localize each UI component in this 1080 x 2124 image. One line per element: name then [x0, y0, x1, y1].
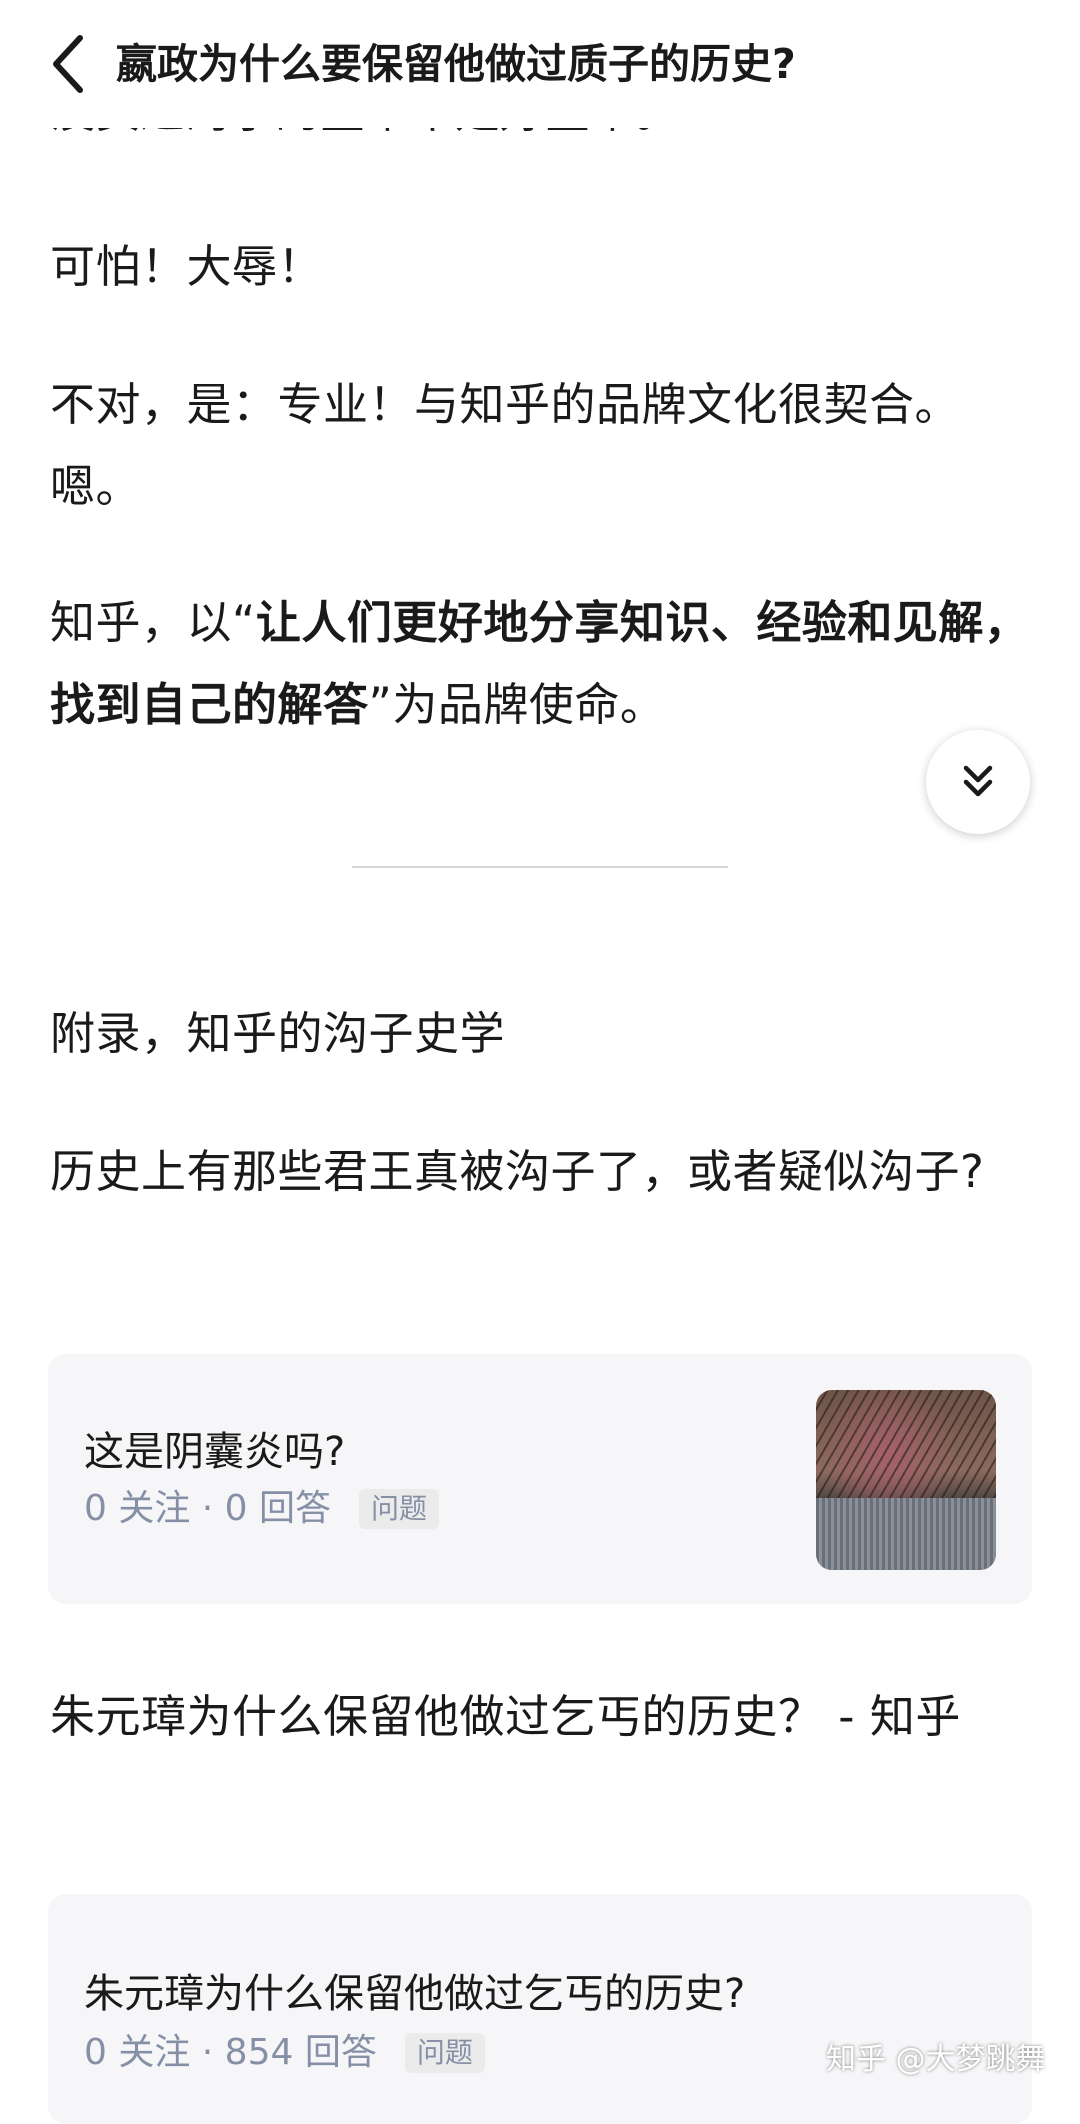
back-button[interactable]: [40, 28, 96, 100]
question-card-title: 这是阴囊炎吗?: [84, 1429, 346, 1475]
article-paragraph-mission: 知乎，以“让人们更好地分享知识、经验和见解，找到自己的解答”为品牌使命。: [50, 582, 1040, 746]
mission-suffix: ”为品牌使命。: [368, 678, 666, 731]
question-card-meta: 0 关注 · 0 回答 问题: [84, 1484, 440, 1534]
related-link-text[interactable]: 朱元璋为什么保留他做过乞丐的历史？ - 知乎: [50, 1676, 1040, 1758]
double-chevron-down-icon: [963, 765, 993, 797]
question-card[interactable]: 朱元璋为什么保留他做过乞丐的历史? 0 关注 · 854 回答 问题: [48, 1894, 1032, 2124]
question-card[interactable]: 这是阴囊炎吗? 0 关注 · 0 回答 问题: [48, 1354, 1032, 1604]
article-paragraph: 不对，是：专业！与知乎的品牌文化很契合。嗯。: [50, 378, 961, 513]
watermark: 知乎 @大梦跳舞: [826, 2042, 1046, 2077]
question-card-meta: 0 关注 · 854 回答 问题: [84, 2028, 485, 2078]
appendix-heading: 附录，知乎的沟子史学: [50, 1007, 506, 1060]
question-card-stats: 0 关注 · 854 回答: [84, 2032, 377, 2073]
question-card-stats: 0 关注 · 0 回答: [84, 1488, 332, 1529]
related-link-text[interactable]: 历史上有那些君王真被沟子了，或者疑似沟子?: [50, 1131, 1040, 1213]
question-card-title: 朱元璋为什么保留他做过乞丐的历史?: [84, 1971, 746, 2017]
article-paragraph: 可怕！大辱！: [50, 240, 324, 293]
page-title: 嬴政为什么要保留他做过质子的历史?: [116, 40, 796, 88]
section-divider: [352, 866, 728, 868]
scroll-down-button[interactable]: [926, 730, 1030, 834]
mission-prefix: 知乎，以“: [50, 596, 256, 649]
question-thumbnail: [816, 1390, 996, 1570]
question-tag: 问题: [404, 2033, 485, 2073]
top-bar: 嬴政为什么要保留他做过质子的历史?: [0, 0, 1080, 128]
chevron-left-icon: [53, 35, 83, 93]
question-tag: 问题: [359, 1489, 440, 1529]
